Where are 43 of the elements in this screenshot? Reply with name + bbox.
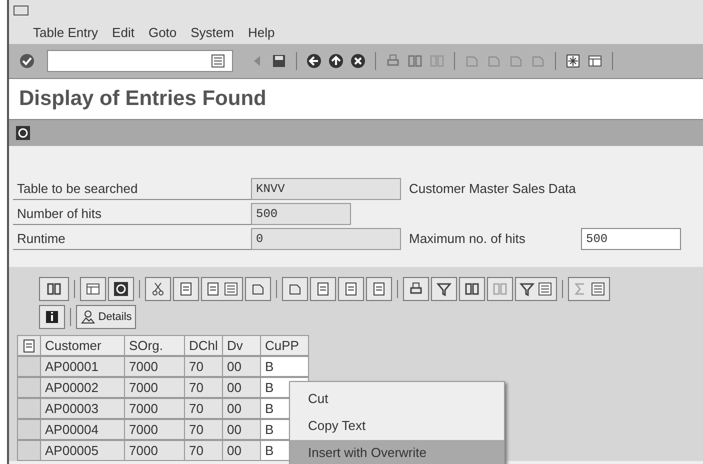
- table-cell: B: [261, 356, 309, 377]
- column-header[interactable]: SOrg.: [125, 335, 185, 356]
- column-header[interactable]: Dv: [223, 335, 261, 356]
- menu-item[interactable]: System: [190, 24, 234, 40]
- output-field: 0: [251, 228, 401, 250]
- table-cell: 00: [223, 419, 261, 440]
- output-field: 500: [251, 202, 351, 224]
- table-cell: AP00004: [41, 419, 125, 440]
- menu-item[interactable]: Edit: [112, 24, 134, 40]
- table-cell: AP00002: [41, 377, 125, 398]
- table-cell: 70: [185, 377, 223, 398]
- table-cell: 7000: [125, 440, 185, 461]
- menu-item[interactable]: Goto: [148, 24, 177, 40]
- screen-title: Display of Entries Found: [19, 87, 266, 111]
- table-cell: 70: [185, 398, 223, 419]
- field-label: Maximum no. of hits: [409, 231, 526, 246]
- menu-item[interactable]: Help: [248, 24, 275, 40]
- table-cell: 00: [223, 440, 261, 461]
- table-cell: 7000: [125, 419, 185, 440]
- table-cell: AP00003: [41, 398, 125, 419]
- field-label: Table to be searched: [13, 178, 251, 200]
- table-cell: 7000: [125, 398, 185, 419]
- field-description: Customer Master Sales Data: [409, 181, 576, 196]
- column-header[interactable]: DChl: [185, 335, 223, 356]
- column-header[interactable]: Customer: [41, 335, 125, 356]
- input-field[interactable]: 500: [581, 228, 681, 250]
- table-cell: AP00005: [41, 440, 125, 461]
- table-cell: 00: [223, 377, 261, 398]
- field-label: Runtime: [13, 228, 251, 250]
- column-header[interactable]: CuPP: [261, 335, 309, 356]
- output-field: KNVV: [251, 178, 401, 200]
- menu-item[interactable]: Table Entry: [33, 24, 98, 40]
- table-cell: 00: [223, 356, 261, 377]
- table-cell: 7000: [125, 377, 185, 398]
- table-cell: AP00001: [41, 356, 125, 377]
- table-cell: 7000: [125, 356, 185, 377]
- table-cell: 70: [185, 356, 223, 377]
- details-button[interactable]: Details: [76, 305, 136, 329]
- field-label: Number of hits: [13, 202, 251, 224]
- table-cell: 00: [223, 398, 261, 419]
- table-cell: 70: [185, 419, 223, 440]
- table-cell: 70: [185, 440, 223, 461]
- menu-item[interactable]: Insert with Overwrite: [290, 440, 504, 464]
